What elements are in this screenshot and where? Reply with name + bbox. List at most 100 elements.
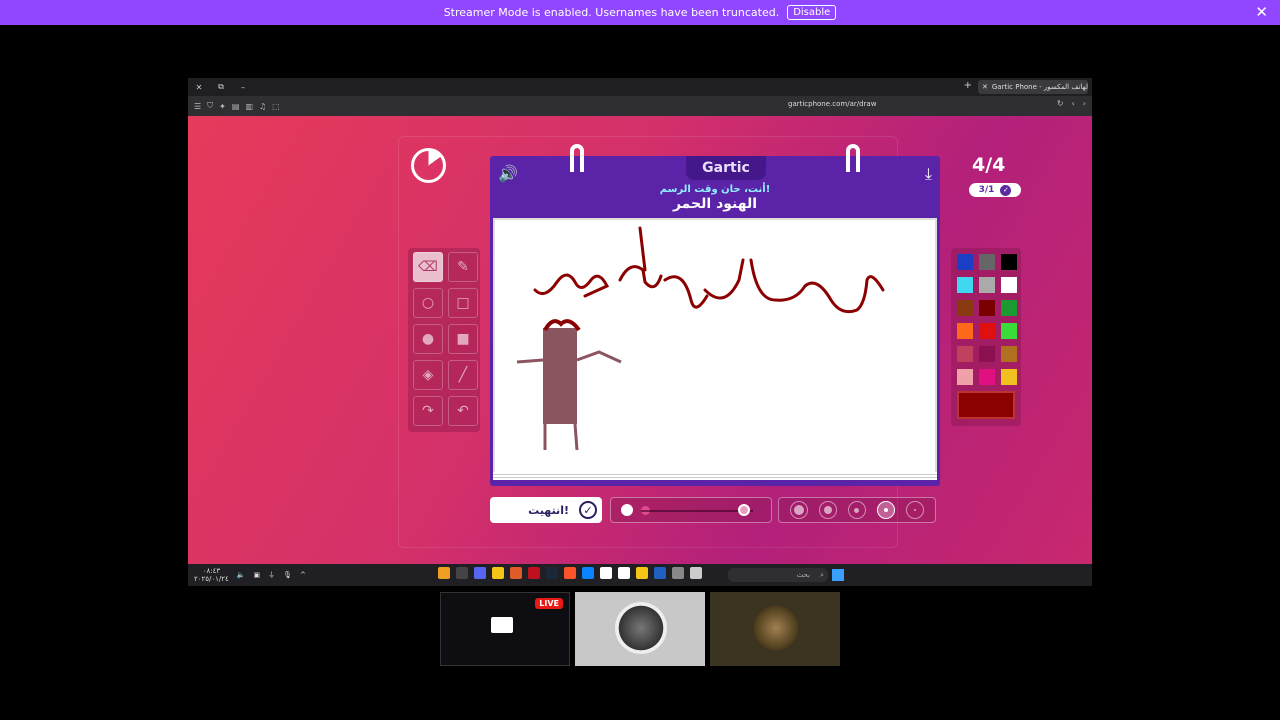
store-icon[interactable]	[618, 567, 630, 579]
volume-icon[interactable]: 🔈	[237, 571, 246, 579]
check-icon: ✓	[1000, 184, 1012, 196]
stream-preview-screen[interactable]: LIVE	[440, 592, 570, 666]
banner-text: Streamer Mode is enabled. Usernames have…	[443, 6, 780, 19]
app-icon[interactable]	[510, 567, 522, 579]
notepad-icon[interactable]	[600, 567, 612, 579]
brave-icon[interactable]	[564, 567, 576, 579]
color-swatch[interactable]	[1001, 346, 1017, 362]
folder-icon[interactable]: ▤	[232, 102, 240, 111]
color-swatch[interactable]	[957, 254, 973, 270]
brush-size-option-selected[interactable]	[876, 501, 895, 519]
disable-streamer-mode-button[interactable]: Disable	[787, 5, 837, 20]
stream-preview-camera-1[interactable]	[575, 592, 705, 666]
window-close-icon[interactable]: ✕	[188, 83, 210, 92]
line-tool-icon[interactable]: ╱	[448, 360, 478, 390]
round-progress-pill: 3/1 ✓	[969, 183, 1021, 197]
undo-icon[interactable]: ↷	[413, 396, 443, 426]
steam-icon[interactable]	[546, 567, 558, 579]
stick-figure-drawing	[516, 319, 622, 451]
color-swatch[interactable]	[957, 346, 973, 362]
app-icon[interactable]	[438, 567, 450, 579]
avatar	[750, 602, 802, 654]
app-icon[interactable]	[690, 567, 702, 579]
discord-icon[interactable]	[474, 567, 486, 579]
color-swatch[interactable]	[979, 300, 995, 316]
brush-size-option[interactable]	[847, 501, 866, 519]
speaker-icon[interactable]: 🔊	[498, 164, 518, 183]
music-icon[interactable]: ♫	[259, 102, 266, 111]
tab-gartic-phone[interactable]: ✕ Gartic Phone - الهاتف المكسور	[978, 80, 1088, 94]
app-icon[interactable]	[528, 567, 540, 579]
back-icon[interactable]: ‹	[1072, 99, 1075, 108]
gartic-page: 4/4 3/1 ✓ Gartic 🔊 ⤓ أنت، حان وقت الرسم!…	[188, 116, 1092, 564]
tray-chevron-icon[interactable]: ^	[300, 571, 306, 579]
extensions-icon[interactable]: ✦	[219, 102, 226, 111]
color-swatch[interactable]	[1001, 254, 1017, 270]
color-swatch[interactable]	[979, 346, 995, 362]
color-swatch[interactable]	[1001, 277, 1017, 293]
mic-icon[interactable]: 🎙	[283, 571, 292, 579]
color-swatch[interactable]	[957, 323, 973, 339]
nav-controls: ↻ ‹ ›	[1057, 99, 1086, 108]
screenshot-icon[interactable]: ⬚	[272, 102, 280, 111]
brush-size-option[interactable]	[790, 501, 809, 519]
color-swatch[interactable]	[979, 254, 995, 270]
color-swatch[interactable]	[979, 277, 995, 293]
notebook-header: Gartic 🔊 ⤓ أنت، حان وقت الرسم! الهنود ال…	[490, 144, 940, 216]
new-tab-button[interactable]: +	[964, 80, 972, 91]
window-restore-icon[interactable]: ⧉	[210, 82, 232, 92]
eraser-tool-icon[interactable]: ⌫	[413, 252, 443, 282]
circle-outline-tool-icon[interactable]: ○	[413, 288, 443, 318]
palette-grid	[957, 254, 1017, 385]
bucket-tool-icon[interactable]: ◈	[413, 360, 443, 390]
color-swatch[interactable]	[957, 300, 973, 316]
explorer-icon[interactable]	[636, 567, 648, 579]
window-minimize-icon[interactable]: –	[232, 83, 254, 92]
brush-size-option[interactable]	[819, 501, 838, 519]
opacity-slider-handle[interactable]	[738, 504, 751, 516]
stream-preview-camera-2[interactable]	[710, 592, 840, 666]
app-icon[interactable]	[654, 567, 666, 579]
opacity-slider-track[interactable]	[641, 510, 753, 512]
binder-ring-icon	[570, 144, 584, 172]
color-swatch[interactable]	[979, 323, 995, 339]
taskbar-search[interactable]: بحث ⌕	[728, 568, 828, 582]
notification-icon[interactable]: ▣	[254, 571, 261, 579]
app-icon[interactable]	[672, 567, 684, 579]
live-badge: LIVE	[535, 598, 563, 609]
rect-outline-tool-icon[interactable]: □	[448, 288, 478, 318]
color-swatch[interactable]	[1001, 300, 1017, 316]
windows-start-icon[interactable]	[832, 569, 844, 581]
color-swatch[interactable]	[1001, 323, 1017, 339]
edge-icon[interactable]	[582, 567, 594, 579]
app-icon[interactable]	[456, 567, 468, 579]
tab-close-icon[interactable]: ✕	[982, 83, 988, 91]
color-swatch[interactable]	[979, 369, 995, 385]
current-color-swatch[interactable]	[957, 391, 1015, 419]
opacity-slider-panel	[610, 497, 772, 523]
color-palette	[951, 248, 1021, 426]
color-swatch[interactable]	[1001, 369, 1017, 385]
rect-fill-tool-icon[interactable]: ■	[448, 324, 478, 354]
brush-size-option[interactable]	[905, 501, 924, 519]
download-icon[interactable]: ⤓	[925, 164, 932, 184]
address-bar[interactable]: garticphone.com/ar/draw	[788, 100, 876, 108]
sidebar-icon[interactable]: ▥	[245, 102, 253, 111]
done-button[interactable]: انتهيت! ✓	[490, 497, 602, 523]
forward-icon[interactable]: ›	[1083, 99, 1086, 108]
redo-icon[interactable]: ↶	[448, 396, 478, 426]
menu-icon[interactable]: ☰	[194, 102, 201, 111]
tab-title: Gartic Phone - الهاتف المكسور	[991, 83, 1088, 91]
shield-icon[interactable]: ⛉	[207, 101, 213, 111]
reload-icon[interactable]: ↻	[1057, 99, 1064, 108]
network-icon[interactable]: ⏚	[268, 570, 275, 580]
pencil-tool-icon[interactable]: ✎	[448, 252, 478, 282]
app-icon[interactable]	[492, 567, 504, 579]
color-swatch[interactable]	[957, 277, 973, 293]
color-swatch[interactable]	[957, 369, 973, 385]
close-icon[interactable]: ✕	[1255, 3, 1268, 21]
circle-fill-tool-icon[interactable]: ●	[413, 324, 443, 354]
clock: ٠٨:٤٣ ٢٠٢٥/٠١/٢٤	[194, 567, 229, 583]
drawing-canvas[interactable]	[493, 218, 937, 474]
clock-time: ٠٨:٤٣	[202, 567, 221, 575]
